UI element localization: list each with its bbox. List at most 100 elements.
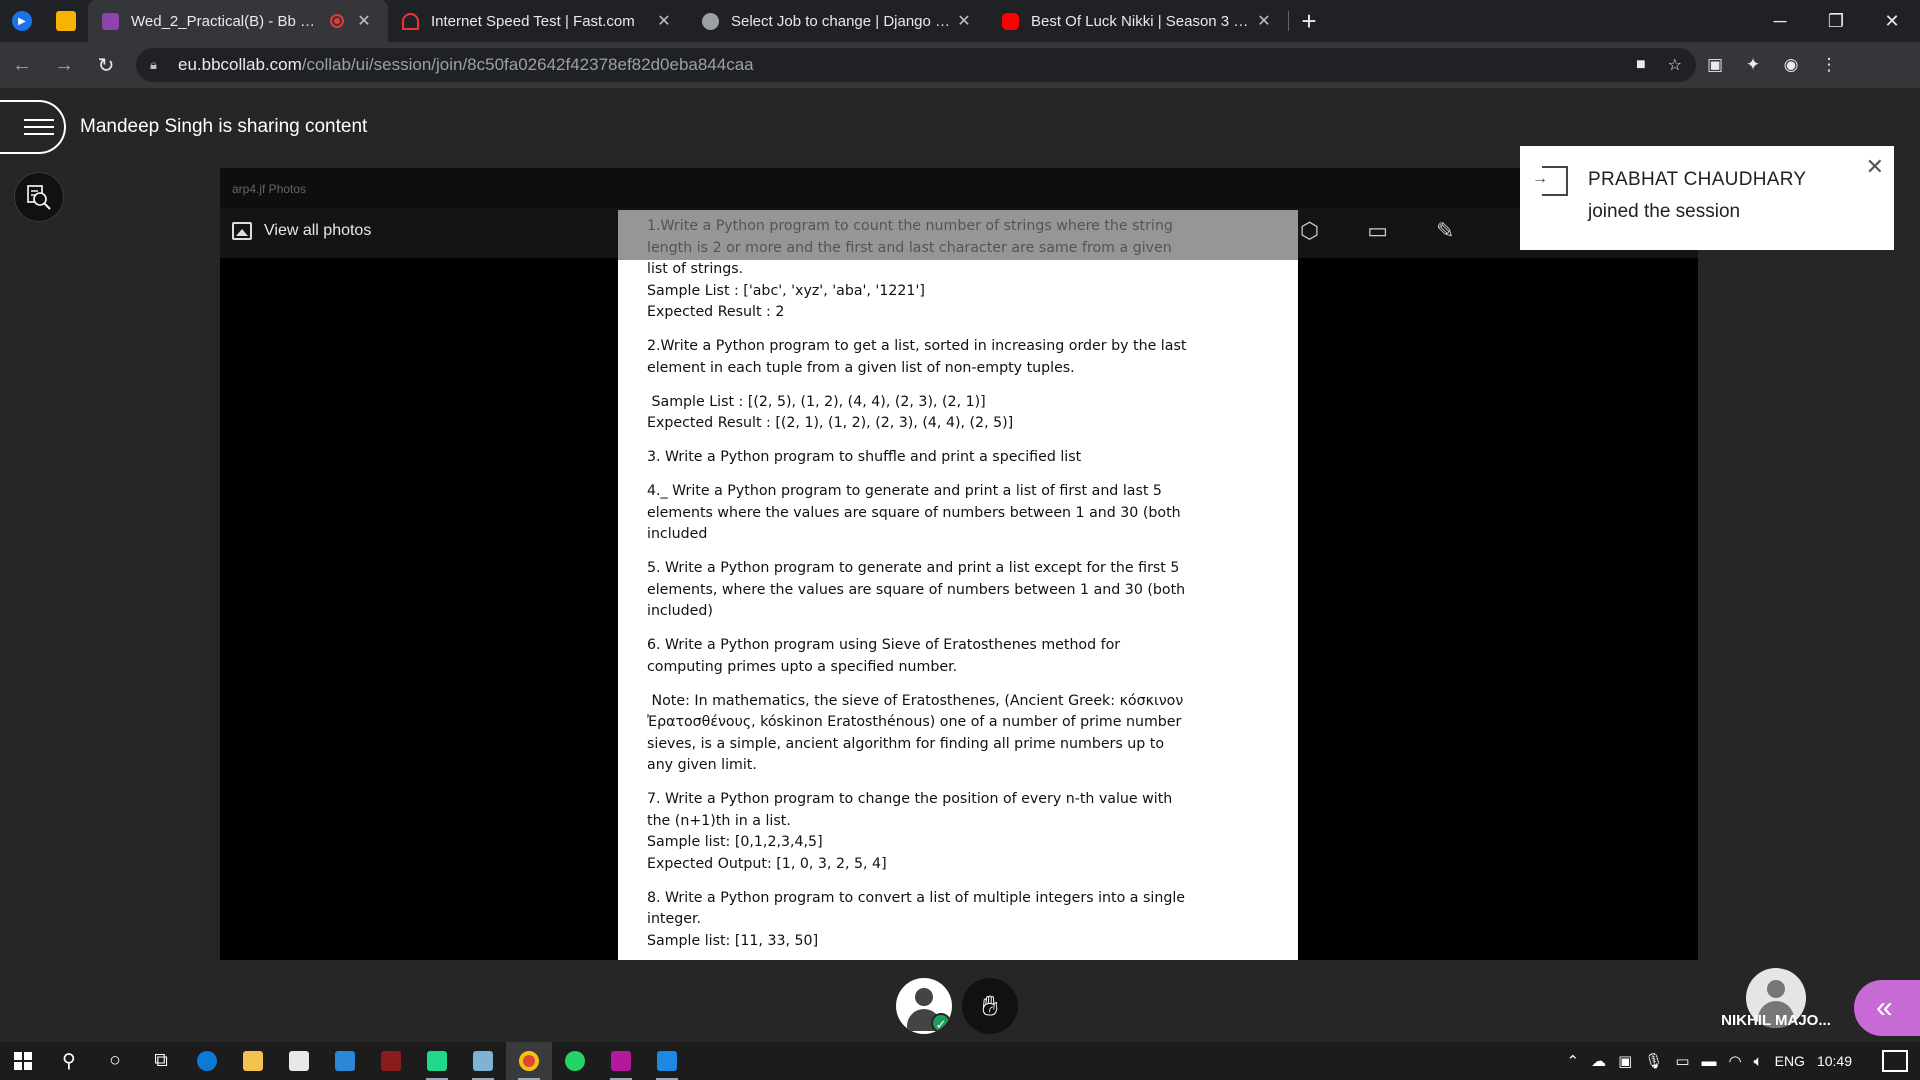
document-paragraph: Sample List : [(2, 5), (1, 2), (4, 4), (… (647, 392, 1274, 435)
my-status-button[interactable]: ✓ (896, 978, 952, 1034)
avatar-head (915, 988, 933, 1006)
document-line: 3. Write a Python program to shuffle and… (647, 449, 1082, 465)
play-icon: ▶ (12, 11, 32, 31)
document-line: Sample list: [11, 33, 50] (647, 932, 819, 949)
tab-close-button[interactable]: ✕ (654, 11, 674, 31)
crop-icon[interactable]: ▭ (1367, 218, 1388, 244)
tab-collaborate[interactable]: Wed_2_Practical(B) - Bb Colla ✕ (88, 0, 388, 42)
document-line: 5. Write a Python program to generate an… (647, 560, 1180, 576)
tab-close-button[interactable]: ✕ (954, 11, 974, 31)
ide-purple-icon[interactable] (598, 1042, 644, 1080)
forward-button[interactable]: → (44, 45, 84, 85)
document-line: 4._ Write a Python program to generate a… (647, 483, 1162, 499)
document-line: Ἐρατοσθένους, kóskinon Eratosthénous) on… (647, 714, 1182, 730)
notification-center-icon[interactable] (1882, 1050, 1908, 1072)
start-button[interactable] (0, 1042, 46, 1080)
language-indicator[interactable]: ENG (1775, 1053, 1805, 1069)
cortana-icon[interactable]: ○ (92, 1042, 138, 1080)
document-paragraph: 5. Write a Python program to generate an… (647, 558, 1274, 623)
document-paragraph: 3. Write a Python program to shuffle and… (647, 447, 1274, 469)
chevron-up-icon[interactable]: ⌃ (1567, 1052, 1580, 1070)
edge-icon[interactable] (184, 1042, 230, 1080)
file-explorer-icon[interactable] (230, 1042, 276, 1080)
search-icon[interactable]: ⚲ (46, 1042, 92, 1080)
session-menu-button[interactable] (0, 100, 66, 154)
windows-taskbar: ⚲ ○ ⧉ ⌃ ☁ ▣ 🎙︎ ▭ ▬ ◠ 🔈︎ ENG 10:49 (0, 1042, 1920, 1080)
mail-icon[interactable] (322, 1042, 368, 1080)
chrome-icon[interactable] (506, 1042, 552, 1080)
bottom-controls: ✓ ✋︎ (896, 978, 1018, 1034)
pycharm-icon[interactable] (414, 1042, 460, 1080)
clock[interactable]: 10:49 (1817, 1053, 1852, 1069)
document-line: any given limit. (647, 757, 757, 773)
url-path: /collab/ui/session/join/8c50fa02642f4237… (301, 55, 754, 74)
onedrive-icon[interactable]: ☁ (1591, 1052, 1606, 1070)
open-panel-button[interactable]: « (1854, 980, 1920, 1036)
profile-avatar-icon[interactable]: ◉ (1772, 45, 1810, 85)
join-message: joined the session (1588, 201, 1741, 222)
note-icon (56, 11, 76, 31)
document-paragraph: 8. Write a Python program to convert a l… (647, 888, 1274, 953)
bookmark-star-icon[interactable]: ☆ (1668, 55, 1682, 75)
app-blue-icon[interactable] (644, 1042, 690, 1080)
document-line: 6. Write a Python program using Sieve of… (647, 637, 1121, 653)
reload-button[interactable]: ↻ (86, 45, 126, 85)
tab-close-button[interactable]: ✕ (354, 11, 374, 31)
extension-icon[interactable]: ▣ (1696, 45, 1734, 85)
tab-title: Wed_2_Practical(B) - Bb Colla (131, 12, 320, 30)
app-red-icon[interactable] (368, 1042, 414, 1080)
meet-now-icon[interactable]: ▣ (1618, 1052, 1632, 1070)
url-host: eu.bbcollab.com (178, 55, 302, 74)
battery-icon[interactable]: ▬ (1702, 1053, 1717, 1070)
document-line: sieves, is a simple, ancient algorithm f… (647, 735, 1165, 752)
tab-fast[interactable]: Internet Speed Test | Fast.com ✕ (388, 0, 688, 42)
photo-icon (232, 222, 252, 240)
tab-django[interactable]: Select Job to change | Django site ✕ (688, 0, 988, 42)
document-line: Sample List : ['abc', 'xyz', 'aba', '122… (647, 282, 925, 299)
tab-title: Internet Speed Test | Fast.com (431, 12, 635, 30)
pinned-tab-media[interactable]: ▶ (0, 0, 44, 42)
window-controls: ─ ❐ ✕ (1752, 0, 1920, 42)
more-menu-icon[interactable]: ⋮ (1810, 45, 1848, 85)
new-tab-button[interactable]: + (1289, 0, 1329, 42)
document-paragraph: 2.Write a Python program to get a list, … (647, 336, 1274, 379)
back-button[interactable]: ← (2, 45, 42, 85)
system-tray: ⌃ ☁ ▣ 🎙︎ ▭ ▬ ◠ 🔈︎ ENG 10:49 (1567, 1050, 1920, 1072)
zoom-content-button[interactable] (14, 172, 64, 222)
status-check-icon: ✓ (931, 1013, 951, 1033)
browser-tab-bar: ▶ Wed_2_Practical(B) - Bb Colla ✕ Intern… (0, 0, 1920, 42)
screen-icon[interactable]: ▭ (1675, 1052, 1689, 1070)
photos-tools: ⬡ ▭ ✎ (1300, 218, 1454, 244)
recording-icon (330, 14, 344, 28)
wifi-icon[interactable]: ◠ (1729, 1052, 1742, 1070)
enhance-icon[interactable]: ⬡ (1300, 218, 1319, 244)
camera-icon[interactable]: ■ (1636, 56, 1646, 74)
document-line: 7. Write a Python program to change the … (647, 791, 1173, 807)
url-bar[interactable]: 🔒︎ eu.bbcollab.com/collab/ui/session/joi… (136, 48, 1696, 82)
tab-close-button[interactable]: ✕ (1254, 11, 1274, 31)
close-notification-button[interactable]: ✕ (1866, 154, 1884, 180)
notepad-icon[interactable] (460, 1042, 506, 1080)
microphone-icon[interactable]: 🎙︎ (1644, 1052, 1663, 1070)
close-window-button[interactable]: ✕ (1864, 0, 1920, 42)
extensions-puzzle-icon[interactable]: ✦ (1734, 45, 1772, 85)
store-icon[interactable] (276, 1042, 322, 1080)
shared-screen: arp4.jf Photos View all photos ⬡ ▭ ✎ 1.W… (220, 168, 1698, 960)
raise-hand-button[interactable]: ✋︎ (962, 978, 1018, 1034)
youtube-icon (1002, 12, 1019, 30)
volume-icon[interactable]: 🔈︎ (1754, 1053, 1763, 1070)
pinned-tab-notes[interactable] (44, 0, 88, 42)
view-all-photos-button[interactable]: View all photos (232, 222, 371, 240)
windows-logo-icon (14, 1052, 32, 1070)
document-line: Sample List : [(2, 5), (1, 2), (4, 4), (… (647, 393, 986, 410)
participant-tile[interactable]: NIKHIL MAJO... (1716, 968, 1836, 1042)
document-line: 8. Write a Python program to convert a l… (647, 889, 1185, 906)
document-paragraph: Note: In mathematics, the sieve of Erato… (647, 691, 1274, 777)
whatsapp-icon[interactable] (552, 1042, 598, 1080)
restore-button[interactable]: ❐ (1808, 0, 1864, 42)
edit-pencil-icon[interactable]: ✎ (1436, 218, 1454, 244)
minimize-button[interactable]: ─ (1752, 0, 1808, 42)
task-view-icon[interactable]: ⧉ (138, 1042, 184, 1080)
tab-youtube[interactable]: Best Of Luck Nikki | Season 3 Epi ✕ (988, 0, 1288, 42)
document-paragraph: 7. Write a Python program to change the … (647, 789, 1274, 875)
